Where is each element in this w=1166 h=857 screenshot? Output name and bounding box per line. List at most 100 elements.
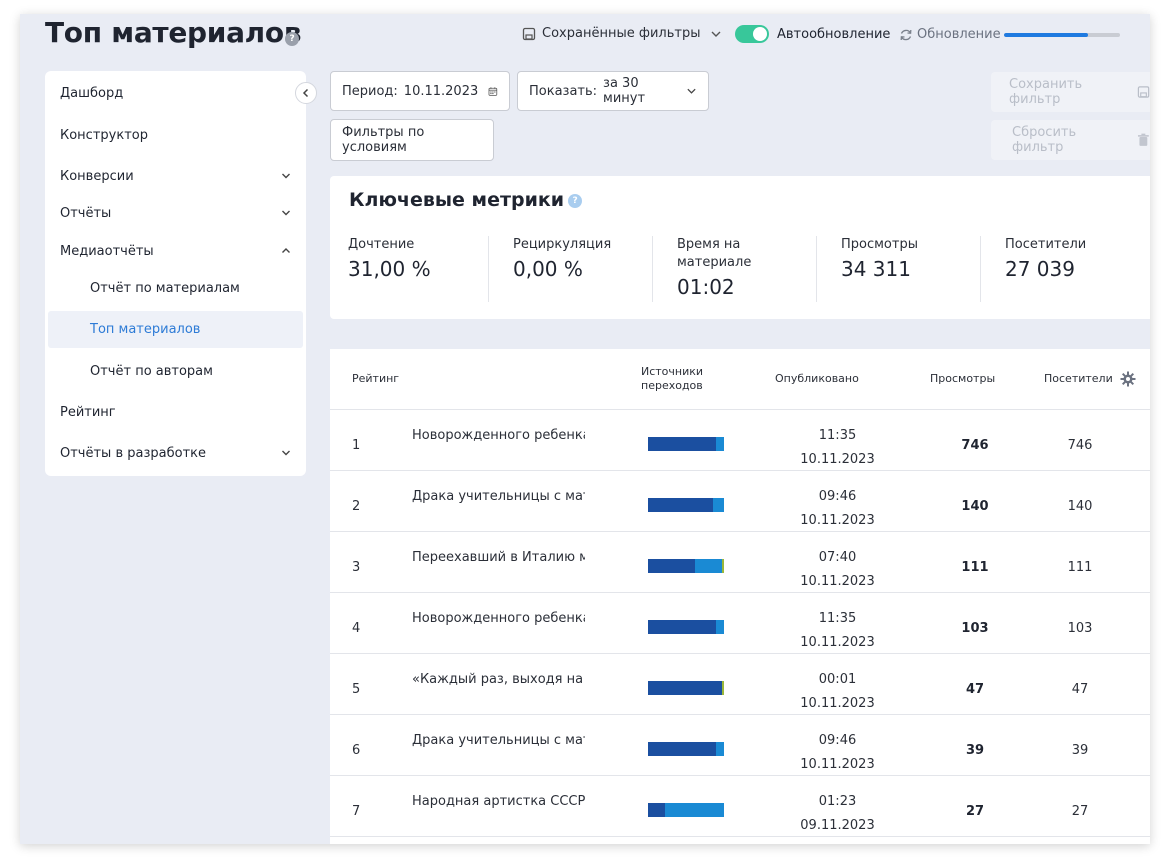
published-date: 10.11.2023 [800,757,875,772]
sidebar-item-materials-report[interactable]: Отчёт по материалам [45,277,306,299]
table-row[interactable]: 6 Драка учительницы с матер 09:46 10.11.… [330,715,1150,776]
reset-filter-button[interactable]: Сбросить фильтр [991,120,1150,160]
key-metrics-title: Ключевые метрики? [349,189,583,211]
metric-label: Просмотры [841,237,918,252]
page-title-text: Топ материалов [45,16,302,49]
views-cell: 111 [961,560,989,575]
table-settings-button[interactable] [1120,349,1136,409]
metric-value: 34 311 [841,257,911,281]
views-cell: 27 [965,804,985,819]
views-cell: 39 [965,743,985,758]
help-icon[interactable]: ? [568,193,583,208]
column-header-published[interactable]: Опубликовано [775,349,859,409]
show-label: Показать: [529,83,598,99]
published-cell: 01:23 09.11.2023 [780,790,895,838]
show-value: за 30 минут [603,76,646,106]
metric-label: Посетители [1005,237,1087,252]
sidebar-item-rating[interactable]: Рейтинг [45,401,306,423]
column-header-views[interactable]: Просмотры [930,349,995,409]
saved-filters-dropdown[interactable]: Сохранённые фильтры [522,26,722,41]
chevron-left-icon [302,88,309,98]
refresh-icon [900,29,912,40]
save-icon [1137,86,1150,98]
sidebar-item-label: Медиаотчёты [60,243,154,259]
sources-bar-segment [648,437,717,451]
sidebar-item-dashboard[interactable]: Дашборд [45,82,306,104]
sources-bar-segment [712,498,724,512]
reset-filter-label: Сбросить фильтр [1012,125,1077,155]
sidebar-item-media-reports[interactable]: Медиаотчёты [45,240,306,262]
sidebar-collapse-button[interactable] [295,82,317,104]
rank-cell: 5 [352,682,361,697]
help-icon[interactable]: ? [285,32,299,46]
sidebar-item-label: Отчёт по материалам [90,280,240,296]
material-title-link[interactable]: Новорожденного ребенка н [412,611,585,626]
condition-filters-button[interactable]: Фильтры по условиям [330,119,494,161]
sidebar-item-conversions[interactable]: Конверсии [45,165,306,187]
sidebar-item-constructor[interactable]: Конструктор [45,124,306,146]
material-title-link[interactable]: Драка учительницы с матер [412,489,585,504]
page-title: Топ материалов ? [45,16,302,49]
sources-bar-segment [664,803,724,817]
material-title-link[interactable]: Драка учительницы с матер [412,733,585,748]
material-title-link[interactable]: Народная артистка СССР об [412,794,585,809]
material-title-link[interactable]: Новорожденного ребенка н [412,428,585,443]
refresh-label: Обновление [917,27,1001,42]
column-header-rank[interactable]: Рейтинг [352,349,399,409]
published-time: 09:46 [818,489,857,504]
sidebar-item-label: Отчёт по авторам [90,363,213,379]
refresh-progress-bar [1004,33,1120,37]
published-time: 07:40 [818,550,857,565]
metric-label: Время на материале [677,237,752,270]
views-cell: 140 [961,499,989,514]
period-picker[interactable]: Период: 10.11.2023 [330,71,510,111]
published-time: 11:35 [818,428,857,443]
sidebar-item-label: Отчёты в разработке [60,445,206,461]
material-title-link[interactable]: Переехавший в Италию мо [412,550,585,565]
visitors-cell: 103 [1067,621,1093,636]
period-value: 10.11.2023 [403,83,479,99]
gear-icon [1120,371,1136,387]
visitors-cell: 47 [1071,682,1089,697]
sources-bar-segment [648,742,716,756]
table-row[interactable]: 3 Переехавший в Италию мо 07:40 10.11.20… [330,532,1150,593]
column-header-visitors[interactable]: Посетители [1044,349,1113,409]
metric-time-on-page: Время на материале 01:02 [652,236,816,302]
save-filter-button[interactable]: Сохранить фильтр [991,72,1150,112]
refresh-button[interactable]: Обновление [899,27,1001,42]
views-cell: 103 [961,621,989,636]
table-row[interactable]: 7 Народная артистка СССР об 01:23 09.11.… [330,776,1150,837]
sidebar-item-top-materials[interactable]: Топ материалов [48,311,303,348]
sources-bar-segment [722,559,724,573]
sources-bar-segment [648,681,722,695]
sources-bar-segment [716,437,724,451]
sources-bar-segment [715,742,724,756]
sidebar-item-authors-report[interactable]: Отчёт по авторам [45,360,306,382]
auto-update-toggle[interactable] [735,25,769,43]
sidebar: Дашборд Конструктор Конверсии Отчёты Мед… [45,71,306,476]
sources-bar [648,742,724,756]
sources-bar [648,559,724,573]
table-row[interactable]: 2 Драка учительницы с матер 09:46 10.11.… [330,471,1150,532]
published-cell: 11:35 10.11.2023 [780,424,895,472]
table-row[interactable]: 5 «Каждый раз, выходя на ул 00:01 10.11.… [330,654,1150,715]
sources-bar-segment [715,620,724,634]
show-period-dropdown[interactable]: Показать: за 30 минут [517,71,709,111]
published-date: 10.11.2023 [800,635,875,650]
materials-table: Рейтинг Источники переходов Опубликовано… [330,349,1150,844]
material-title-link[interactable]: «Каждый раз, выходя на ул [412,672,585,687]
sources-bar-segment [648,498,713,512]
rank-cell: 3 [352,560,361,575]
sources-bar [648,803,724,817]
sidebar-item-dev-reports[interactable]: Отчёты в разработке [45,442,306,464]
rank-cell: 2 [352,499,361,514]
table-row[interactable]: 4 Новорожденного ребенка н 11:35 10.11.2… [330,593,1150,654]
table-row[interactable]: 1 Новорожденного ребенка н 11:35 10.11.2… [330,410,1150,471]
published-date: 10.11.2023 [800,696,875,711]
column-header-sources[interactable]: Источники переходов [641,349,721,409]
sources-bar-segment [648,620,716,634]
sidebar-item-reports[interactable]: Отчёты [45,202,306,224]
calendar-icon [488,86,498,96]
metric-recirculation: Рециркуляция 0,00 % [488,236,652,302]
saved-filters-label: Сохранённые фильтры [542,26,701,41]
